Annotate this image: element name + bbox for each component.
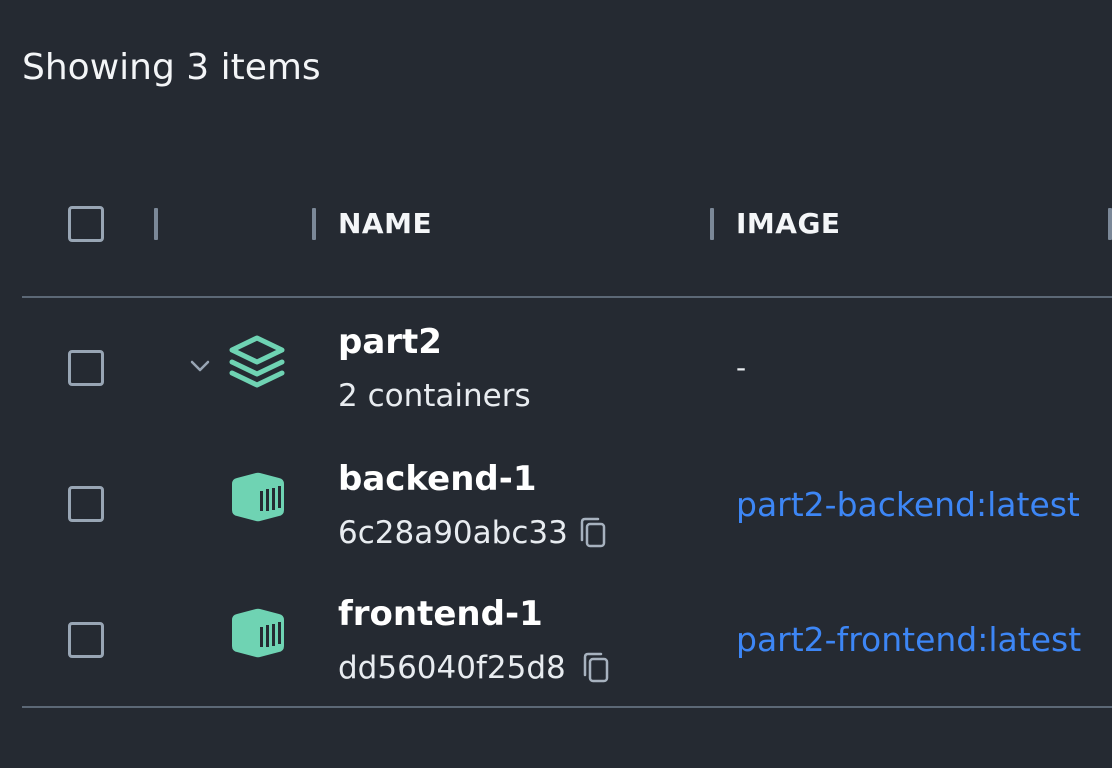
container-id: dd56040f25d8 [338,650,566,686]
column-separator[interactable] [710,208,714,240]
row-checkbox-frontend-1[interactable] [68,622,104,658]
container-icon [232,472,284,522]
column-separator[interactable] [312,208,316,240]
row-checkbox-part2[interactable] [68,350,104,386]
container-name[interactable]: frontend-1 [338,594,543,634]
container-id: 6c28a90abc33 [338,515,568,551]
column-separator[interactable] [1108,208,1112,240]
header-divider [22,296,1112,298]
column-separator[interactable] [154,208,158,240]
chevron-down-icon[interactable] [188,356,212,376]
group-name[interactable]: part2 [338,322,442,362]
container-name[interactable]: backend-1 [338,459,537,499]
column-header-image[interactable]: IMAGE [736,206,841,242]
container-icon [232,608,284,658]
column-header-name[interactable]: NAME [338,206,432,242]
copy-icon[interactable] [581,651,611,685]
image-link-backend[interactable]: part2-backend:latest [736,485,1080,525]
select-all-checkbox[interactable] [68,206,104,242]
stack-layers-icon [229,335,285,388]
copy-icon[interactable] [578,516,608,550]
group-image-empty: - [736,351,747,384]
containers-list: Showing 3 items NAME IMAGE part2 2 conta… [0,0,1112,768]
image-link-frontend[interactable]: part2-frontend:latest [736,620,1081,660]
table-bottom-divider [22,706,1112,708]
row-checkbox-backend-1[interactable] [68,486,104,522]
item-count-summary: Showing 3 items [22,47,321,88]
group-container-count: 2 containers [338,378,531,414]
